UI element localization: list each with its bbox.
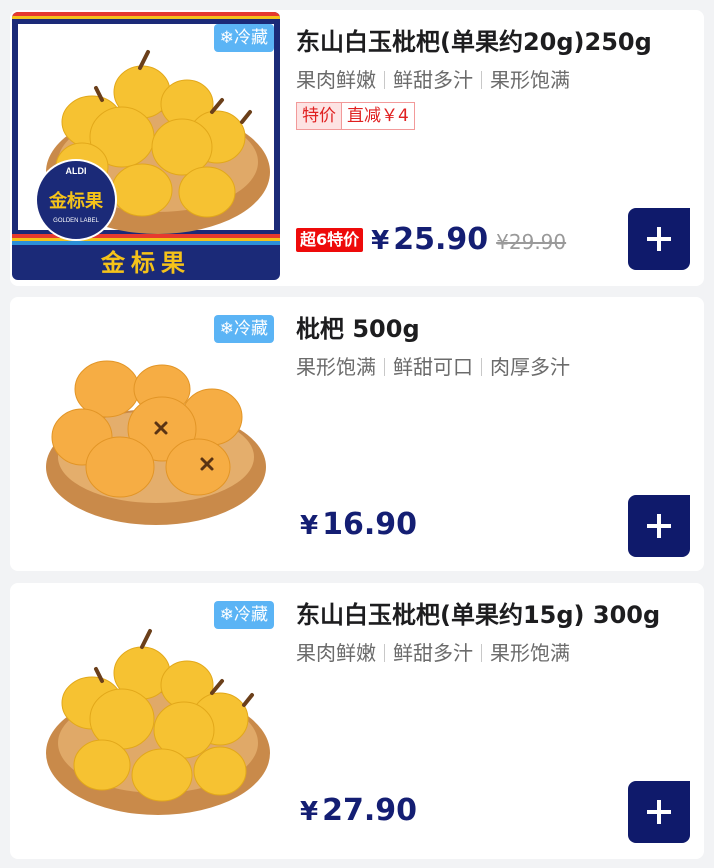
price-value: 27.90 — [322, 793, 417, 828]
promo-label: 特价 — [296, 102, 341, 130]
sale-badge: 超6特价 — [296, 227, 364, 252]
product-features: 果肉鲜嫩 鲜甜多汁 果形饱满 — [296, 639, 690, 667]
add-to-cart-button[interactable] — [628, 781, 690, 843]
plus-icon — [647, 227, 671, 251]
product-image[interactable]: ❄冷藏 — [12, 585, 280, 853]
feature-label: 果形饱满 — [296, 355, 376, 379]
loquat-bowl-image: ALDI 金标果 GOLDEN LABEL 金标果 — [12, 12, 280, 280]
product-features: 果形饱满 鲜甜可口 肉厚多汁 — [296, 353, 690, 381]
product-features: 果肉鲜嫩 鲜甜多汁 果形饱满 — [296, 66, 690, 94]
price-value: 16.90 — [322, 507, 417, 542]
promo-tag: 特价 直减￥4 — [296, 102, 690, 130]
feature-label: 果肉鲜嫩 — [296, 68, 376, 92]
product-card[interactable]: ❄冷藏 东山白玉枇杷(单果约15g) 300g 果肉鲜嫩 鲜甜多汁 果形饱满 ¥27… — [10, 583, 704, 859]
feature-label: 鲜甜可口 — [393, 355, 473, 379]
plus-icon — [647, 800, 671, 824]
price: ¥27.90 — [300, 793, 417, 828]
feature-divider — [384, 71, 385, 89]
product-title[interactable]: 枇杷 500g — [296, 311, 690, 347]
original-price: ¥29.90 — [496, 230, 567, 254]
feature-label: 果形饱满 — [490, 641, 570, 665]
price-row: ¥27.90 — [300, 793, 417, 828]
currency-symbol: ¥ — [300, 797, 319, 827]
feature-divider — [481, 71, 482, 89]
price-row: ¥16.90 — [300, 507, 417, 542]
seal-brand: ALDI — [66, 166, 87, 176]
product-image[interactable]: ALDI 金标果 GOLDEN LABEL 金标果 ❄冷藏 — [12, 12, 280, 280]
feature-label: 肉厚多汁 — [490, 355, 570, 379]
feature-divider — [384, 644, 385, 662]
price: ¥25.90 — [371, 222, 488, 257]
feature-label: 鲜甜多汁 — [393, 641, 473, 665]
promo-value: 直减￥4 — [341, 102, 415, 130]
product-card[interactable]: ❄冷藏 枇杷 500g 果形饱满 鲜甜可口 肉厚多汁 ¥16.90 — [10, 297, 704, 571]
product-title[interactable]: 东山白玉枇杷(单果约15g) 300g — [296, 597, 690, 633]
cold-storage-tag: ❄冷藏 — [213, 601, 274, 629]
feature-label: 果形饱满 — [490, 68, 570, 92]
cold-storage-tag: ❄冷藏 — [213, 315, 274, 343]
feature-divider — [481, 644, 482, 662]
seal-text: 金标果 — [48, 190, 104, 212]
feature-label: 鲜甜多汁 — [393, 68, 473, 92]
price-row: 超6特价 ¥25.90 ¥29.90 — [296, 222, 566, 257]
feature-divider — [481, 358, 482, 376]
cold-storage-tag: ❄冷藏 — [213, 24, 274, 52]
seal-sub: GOLDEN LABEL — [53, 218, 99, 224]
product-card[interactable]: ALDI 金标果 GOLDEN LABEL 金标果 ❄冷藏 东山白玉枇杷(单果约… — [10, 10, 704, 286]
banner-text: 金标果 — [100, 249, 191, 277]
plus-icon — [647, 514, 671, 538]
product-image[interactable]: ❄冷藏 — [12, 299, 280, 567]
currency-symbol: ¥ — [371, 226, 390, 256]
currency-symbol: ¥ — [300, 511, 319, 541]
price-value: 25.90 — [393, 222, 489, 257]
add-to-cart-button[interactable] — [628, 495, 690, 557]
feature-label: 果肉鲜嫩 — [296, 641, 376, 665]
add-to-cart-button[interactable] — [628, 208, 690, 270]
product-title[interactable]: 东山白玉枇杷(单果约20g)250g — [296, 24, 690, 60]
feature-divider — [384, 358, 385, 376]
price: ¥16.90 — [300, 507, 417, 542]
